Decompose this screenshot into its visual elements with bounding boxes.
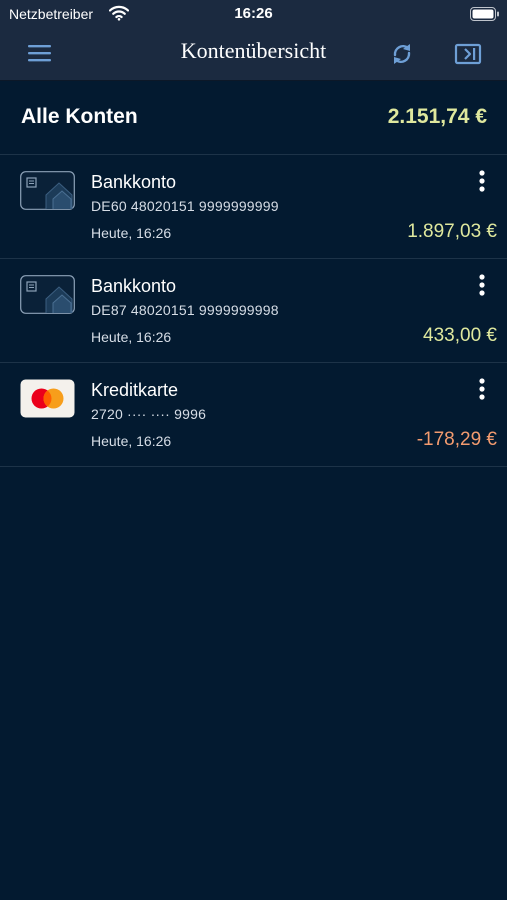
summary-total-amount: 2.151,74 € (387, 105, 487, 128)
refresh-icon (393, 44, 411, 64)
logout-icon (454, 43, 482, 65)
refresh-button[interactable] (386, 38, 418, 70)
summary-label: Alle Konten (21, 105, 138, 128)
bank-card-icon (20, 171, 75, 210)
account-row[interactable]: Bankkonto DE87 48020151 9999999998 Heute… (0, 259, 507, 363)
account-name: Kreditkarte (91, 380, 179, 400)
status-bar: Netzbetreiber 16:26 (0, 0, 507, 28)
more-vertical-icon (479, 170, 485, 192)
account-row[interactable]: Bankkonto DE60 48020151 9999999999 Heute… (0, 155, 507, 259)
all-accounts-summary[interactable]: Alle Konten 2.151,74 € (0, 80, 507, 155)
more-vertical-icon (479, 274, 485, 296)
account-balance: 1.897,03 € (407, 221, 497, 242)
mastercard-icon (20, 379, 75, 418)
navigation-bar: Kontenübersicht (0, 28, 507, 81)
more-vertical-icon (479, 378, 485, 400)
battery-icon (470, 7, 500, 21)
account-balance: 433,00 € (423, 325, 497, 346)
account-iban: DE87 48020151 9999999998 (91, 302, 279, 318)
logout-button[interactable] (452, 38, 484, 70)
account-balance: -178,29 € (416, 429, 497, 450)
account-updated: Heute, 16:26 (91, 433, 172, 449)
account-updated: Heute, 16:26 (91, 225, 172, 241)
more-options-button[interactable] (472, 377, 492, 403)
account-iban: DE60 48020151 9999999999 (91, 198, 279, 214)
account-name: Bankkonto (91, 172, 177, 192)
bank-card-icon (20, 275, 75, 314)
account-updated: Heute, 16:26 (91, 329, 172, 345)
clock: 16:26 (234, 5, 273, 22)
account-row[interactable]: Kreditkarte 2720 ···· ···· 9996 Heute, 1… (0, 363, 507, 467)
account-name: Bankkonto (91, 276, 177, 296)
more-options-button[interactable] (472, 169, 492, 195)
page-title: Kontenübersicht (180, 38, 327, 63)
card-number: 2720 ···· ···· 9996 (91, 406, 207, 422)
more-options-button[interactable] (472, 273, 492, 299)
